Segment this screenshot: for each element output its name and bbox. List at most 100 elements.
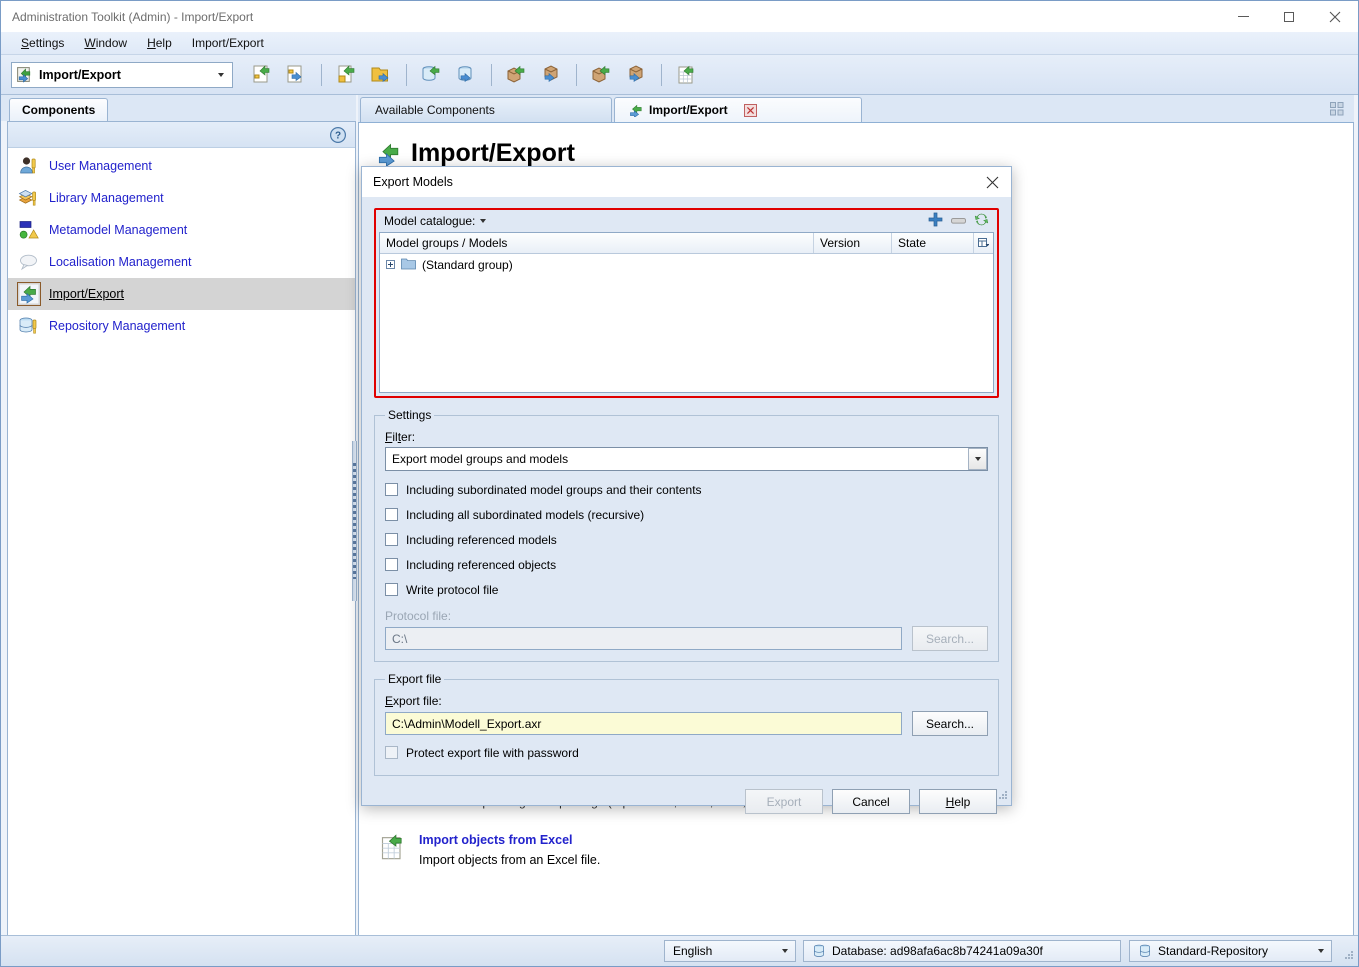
tab-close-button[interactable]	[743, 103, 757, 117]
sidebar-item-metamodel-management[interactable]: Metamodel Management	[8, 214, 355, 246]
checkbox-protect-export-password[interactable]	[385, 746, 398, 759]
export-file-input[interactable]: C:\Admin\Modell_Export.axr	[385, 712, 902, 735]
menu-item-importexport[interactable]: Import/Export	[182, 34, 274, 52]
list-item-title[interactable]: Import objects from Excel	[419, 833, 600, 847]
dialog-title: Export Models	[373, 175, 453, 189]
sidebar-item-import-export[interactable]: Import/Export	[8, 278, 355, 310]
resize-grip-icon	[999, 791, 1007, 799]
component-combobox[interactable]: Import/Export	[11, 61, 233, 88]
title-bar: Administration Toolkit (Admin) - Import/…	[1, 1, 1358, 32]
settings-legend: Settings	[388, 408, 432, 422]
toolbar-import-package-button[interactable]	[502, 60, 532, 90]
tab-components[interactable]: Components	[9, 98, 109, 121]
export-file-value: C:\Admin\Modell_Export.axr	[392, 716, 542, 731]
help-button[interactable]: ?	[329, 126, 347, 144]
page-title: Import/Export	[411, 139, 575, 167]
tile-windows-button[interactable]	[1330, 102, 1344, 116]
language-selector[interactable]: English	[664, 940, 796, 962]
checkbox-subordinated-groups[interactable]	[385, 483, 398, 496]
checkbox-subordinated-models[interactable]	[385, 508, 398, 521]
checkbox-write-protocol-file[interactable]	[385, 583, 398, 596]
menu-item-settings[interactable]: SSettingsettings	[11, 34, 74, 52]
filter-select-value: Export model groups and models	[392, 452, 569, 466]
dialog-button-row: Export Cancel Help	[374, 789, 999, 814]
dialog-close-button[interactable]	[979, 170, 1005, 195]
sidebar-item-label: Repository Management	[49, 319, 186, 333]
panel-splitter[interactable]	[350, 441, 358, 601]
toolbar-export-model-button[interactable]	[281, 60, 311, 90]
list-item[interactable]: Import objects from Excel Import objects…	[379, 833, 600, 867]
filter-select[interactable]: Export model groups and models	[385, 447, 988, 471]
close-button[interactable]	[1312, 1, 1358, 32]
checkbox-row-protect-password[interactable]: Protect export file with password	[385, 740, 988, 765]
cancel-button[interactable]: Cancel	[832, 789, 910, 814]
export-button-label: Export	[766, 794, 802, 809]
window-resize-grip[interactable]	[1342, 950, 1354, 962]
column-header-model-groups[interactable]: Model groups / Models	[380, 233, 814, 253]
help-button[interactable]: Help	[919, 789, 997, 814]
maximize-button[interactable]	[1266, 1, 1312, 32]
import-excel-icon	[678, 65, 694, 83]
document-tabstrip: Available Components Import/Export	[358, 95, 1354, 123]
table-row[interactable]: (Standard group)	[380, 254, 993, 275]
export-search-label: Search...	[925, 716, 975, 731]
column-config-button[interactable]	[974, 233, 993, 253]
toolbar-import-repository-button[interactable]	[417, 60, 447, 90]
column-header-state[interactable]: State	[892, 233, 974, 253]
toolbar-import-model-group-button[interactable]	[332, 60, 362, 90]
checkbox-row-referenced-models[interactable]: Including referenced models	[385, 527, 988, 552]
toolbar-separator	[576, 63, 577, 86]
protocol-file-input[interactable]: C:\	[385, 627, 902, 650]
toolbar-export-model-group-button[interactable]	[366, 60, 396, 90]
sidebar-item-repository-management[interactable]: Repository Management	[8, 310, 355, 342]
menu-bar: SSettingsettings Window Help Import/Expo…	[1, 32, 1358, 55]
menu-item-window[interactable]: Window	[74, 34, 137, 52]
checkbox-row-write-protocol[interactable]: Write protocol file	[385, 577, 988, 602]
sidebar-item-localisation-management[interactable]: Localisation Management	[8, 246, 355, 278]
close-icon	[1329, 11, 1341, 22]
expand-icon[interactable]	[386, 260, 395, 269]
chevron-down-icon	[782, 949, 788, 953]
toolbar-separator	[321, 63, 322, 86]
toolbar-export-repository-button[interactable]	[451, 60, 481, 90]
refresh-button[interactable]	[974, 212, 989, 230]
import-repository-icon	[422, 65, 440, 81]
sidebar-item-user-management[interactable]: User Management	[8, 150, 355, 182]
protocol-file-row: C:\ Search...	[385, 626, 988, 651]
toolbar-export-package-button[interactable]	[536, 60, 566, 90]
checkbox-row-subordinated-groups[interactable]: Including subordinated model groups and …	[385, 477, 988, 502]
repository-selector[interactable]: Standard-Repository	[1129, 940, 1332, 962]
chevron-down-icon[interactable]	[480, 219, 487, 223]
tab-available-components[interactable]: Available Components	[360, 97, 612, 122]
tab-import-export[interactable]: Import/Export	[614, 97, 862, 122]
checkbox-label: Protect export file with password	[406, 745, 579, 760]
component-combobox-value: Import/Export	[39, 67, 121, 82]
toolbar-export-migration-package-button[interactable]	[621, 60, 651, 90]
list-item-description: Import objects from an Excel file.	[419, 853, 601, 867]
export-button: Export	[745, 789, 823, 814]
filter-select-arrow-button[interactable]	[968, 448, 987, 470]
settings-group: Settings Filter: Export model groups and…	[374, 408, 999, 662]
minimize-button[interactable]	[1220, 1, 1266, 32]
dialog-resize-grip[interactable]	[996, 790, 1008, 802]
checkbox-referenced-objects[interactable]	[385, 558, 398, 571]
folder-icon	[401, 257, 416, 273]
export-file-search-button[interactable]: Search...	[912, 711, 988, 736]
column-header-version[interactable]: Version	[814, 233, 892, 253]
add-button[interactable]	[928, 212, 943, 230]
model-catalogue-section: Model catalogue: Model groups / Models V…	[374, 208, 999, 398]
remove-button[interactable]	[951, 214, 966, 228]
checkbox-referenced-models[interactable]	[385, 533, 398, 546]
repository-icon	[1140, 944, 1150, 957]
protocol-file-label: Protocol file:	[385, 609, 452, 623]
checkbox-row-subordinated-models[interactable]: Including all subordinated models (recur…	[385, 502, 988, 527]
sidebar-item-library-management[interactable]: Library Management	[8, 182, 355, 214]
model-catalogue-bar: Model catalogue:	[376, 210, 997, 232]
toolbar-import-migration-package-button[interactable]	[587, 60, 617, 90]
menu-item-help[interactable]: Help	[137, 34, 182, 52]
sidebar-item-label: Import/Export	[49, 287, 125, 301]
checkbox-row-referenced-objects[interactable]: Including referenced objects	[385, 552, 988, 577]
toolbar-import-excel-button[interactable]	[672, 60, 702, 90]
help-button-label: Help	[945, 794, 971, 809]
toolbar-import-model-button[interactable]	[247, 60, 277, 90]
